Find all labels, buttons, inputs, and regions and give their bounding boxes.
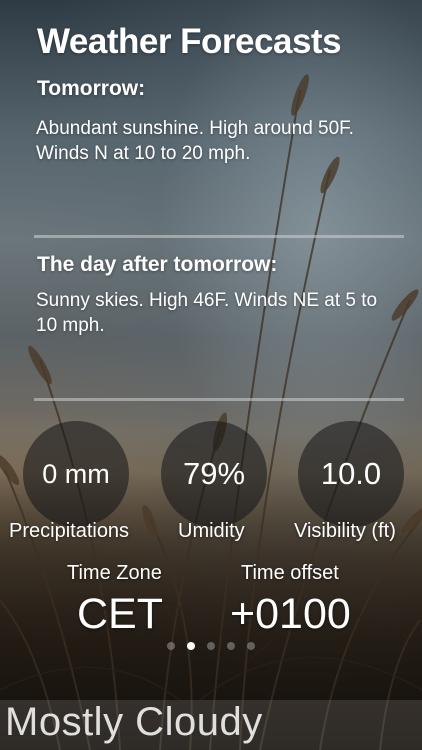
page-dot[interactable] bbox=[207, 642, 215, 650]
page-dot[interactable] bbox=[247, 642, 255, 650]
wheat-field-background bbox=[0, 74, 422, 750]
time-offset-value: +0100 bbox=[230, 590, 351, 638]
divider bbox=[34, 398, 404, 401]
humidity-label: Umidity bbox=[178, 520, 245, 542]
tomorrow-forecast-text: Abundant sunshine. High around 50F. Wind… bbox=[36, 118, 354, 164]
page-dot[interactable] bbox=[167, 642, 175, 650]
divider bbox=[34, 235, 404, 238]
precipitation-value: 0 mm bbox=[23, 421, 129, 527]
visibility-value: 10.0 bbox=[298, 421, 404, 527]
page-dot[interactable] bbox=[227, 642, 235, 650]
page-dot-active[interactable] bbox=[187, 642, 195, 650]
current-condition: Mostly Cloudy bbox=[5, 700, 263, 744]
tomorrow-heading: Tomorrow: bbox=[37, 77, 146, 100]
page-indicator[interactable] bbox=[0, 642, 422, 650]
time-zone-label: Time Zone bbox=[67, 562, 162, 584]
page-title: Weather Forecasts bbox=[37, 22, 342, 61]
weather-screen: Weather Forecasts Tomorrow: Abundant sun… bbox=[0, 0, 422, 750]
time-offset-label: Time offset bbox=[241, 562, 339, 584]
day-after-heading: The day after tomorrow: bbox=[37, 253, 278, 276]
visibility-label: Visibility (ft) bbox=[294, 520, 396, 542]
precipitation-label: Precipitations bbox=[9, 520, 130, 542]
day-after-forecast-text: Sunny skies. High 46F. Winds NE at 5 to … bbox=[36, 290, 378, 336]
time-zone-value: CET bbox=[77, 590, 163, 638]
humidity-value: 79% bbox=[161, 421, 267, 527]
